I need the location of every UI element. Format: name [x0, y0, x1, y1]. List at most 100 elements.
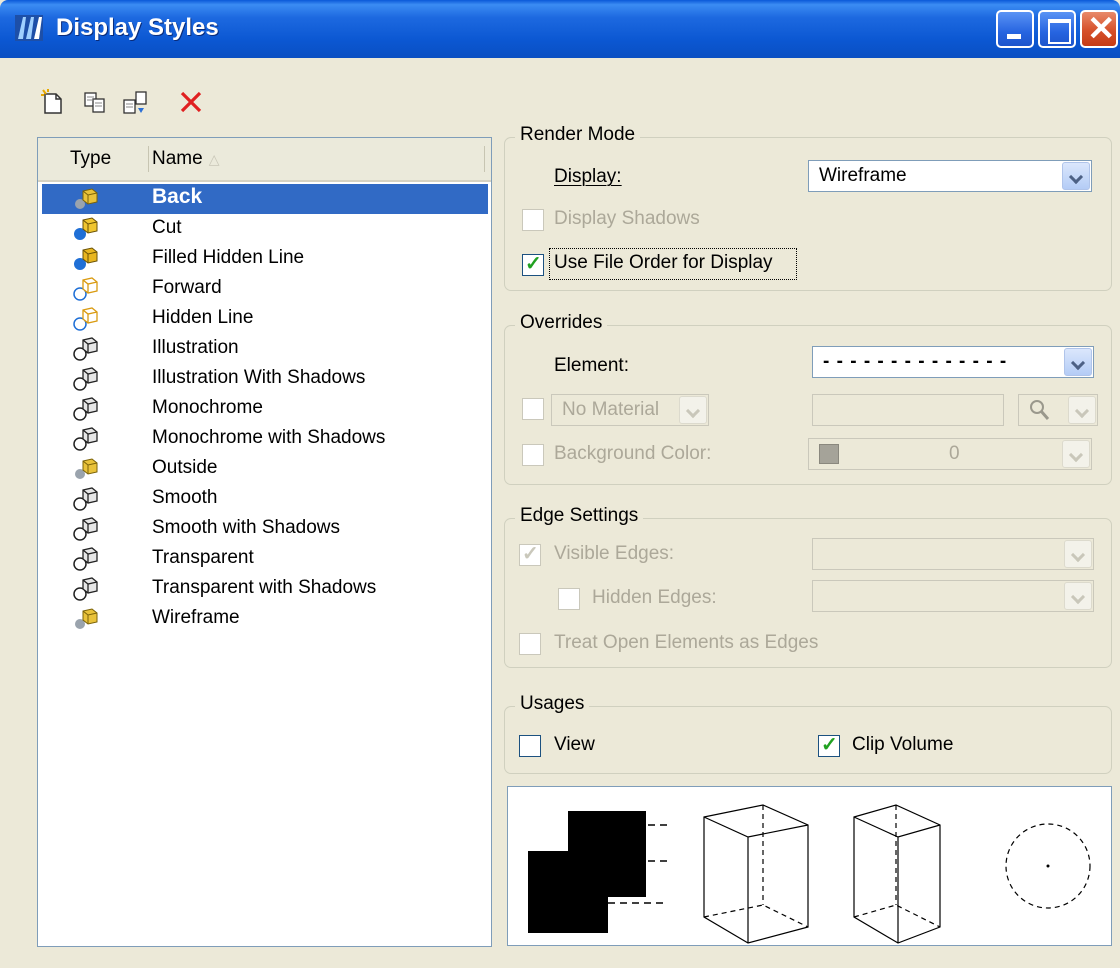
background-color-dropdown[interactable]: 0	[808, 438, 1092, 470]
render-gray-icon	[72, 366, 98, 392]
list-item[interactable]: Monochrome	[42, 394, 488, 424]
edge-settings-title: Edge Settings	[515, 505, 644, 527]
hidden-edges-dropdown[interactable]	[812, 580, 1094, 612]
use-file-order-label: Use File Order for Display	[554, 252, 773, 273]
list-item[interactable]: Cut	[42, 214, 488, 244]
chevron-down-icon[interactable]	[1064, 348, 1092, 376]
render-shaded-icon	[72, 186, 98, 212]
render-outline-icon	[72, 276, 98, 302]
list-item-label: Outside	[152, 457, 218, 478]
list-item[interactable]: Filled Hidden Line	[42, 244, 488, 274]
material-override-checkbox[interactable]	[522, 398, 544, 420]
render-cut-icon	[72, 216, 98, 242]
list-item-label: Hidden Line	[152, 307, 254, 328]
title-bar[interactable]: Display Styles ✕	[0, 0, 1120, 58]
delete-icon[interactable]	[178, 88, 204, 116]
check-icon: ✓	[522, 543, 539, 565]
material-browse-button[interactable]	[1018, 394, 1098, 426]
render-shaded-icon	[72, 456, 98, 482]
search-icon	[1030, 400, 1050, 420]
column-divider-end[interactable]	[484, 146, 485, 172]
view-usage-label: View	[554, 734, 595, 755]
hidden-edges-checkbox[interactable]	[558, 588, 580, 610]
column-header-name[interactable]: Name △	[152, 148, 219, 170]
list-item[interactable]: Wireframe	[42, 604, 488, 634]
element-style-dropdown[interactable]: - - - - - - - - - - - - - -	[812, 346, 1094, 378]
chevron-down-icon[interactable]	[1064, 540, 1092, 568]
list-item-label: Forward	[152, 277, 222, 298]
list-item[interactable]: Back	[42, 184, 488, 214]
chevron-down-icon[interactable]	[1064, 582, 1092, 610]
render-gray-icon	[72, 486, 98, 512]
render-outline-icon	[72, 306, 98, 332]
list-item-label: Back	[152, 185, 203, 208]
element-style-value: - - - - - - - - - - - - - -	[823, 351, 1008, 372]
display-shadows-checkbox[interactable]	[522, 209, 544, 231]
column-header-type[interactable]: Type	[70, 148, 111, 170]
import-style-icon[interactable]	[122, 88, 148, 116]
close-icon: ✕	[1087, 10, 1116, 48]
close-button[interactable]: ✕	[1080, 10, 1118, 48]
render-filled-icon	[72, 246, 98, 272]
clip-volume-checkbox[interactable]: ✓	[818, 734, 840, 757]
display-label: Display:	[554, 166, 622, 188]
list-item[interactable]: Transparent	[42, 544, 488, 574]
view-usage-checkbox[interactable]	[519, 735, 541, 757]
display-styles-list[interactable]: Type Name △ Back Cut Filled Hidden Line Forw…	[37, 137, 492, 947]
render-gray-icon	[72, 426, 98, 452]
usages-title: Usages	[515, 693, 590, 715]
list-item[interactable]: Transparent with Shadows	[42, 574, 488, 604]
minimize-button[interactable]	[996, 10, 1034, 48]
chevron-down-icon[interactable]	[1068, 396, 1096, 424]
use-file-order-checkbox[interactable]: ✓	[522, 253, 544, 276]
chevron-down-icon[interactable]	[679, 396, 707, 424]
check-icon: ✓	[821, 734, 838, 756]
display-label-text: Display:	[554, 166, 622, 187]
visible-edges-label: Visible Edges:	[554, 543, 675, 564]
column-header-name-label: Name	[152, 148, 203, 169]
render-gray-icon	[72, 576, 98, 602]
list-item-label: Smooth	[152, 487, 218, 508]
display-mode-dropdown[interactable]: Wireframe	[808, 160, 1092, 192]
list-item[interactable]: Smooth with Shadows	[42, 514, 488, 544]
visible-edges-dropdown[interactable]	[812, 538, 1094, 570]
list-item-label: Illustration With Shadows	[152, 367, 366, 388]
color-swatch	[819, 444, 839, 464]
treat-open-elements-checkbox[interactable]	[519, 633, 541, 655]
list-item[interactable]: Outside	[42, 454, 488, 484]
list-item[interactable]: Monochrome with Shadows	[42, 424, 488, 454]
render-mode-title: Render Mode	[515, 124, 641, 146]
chevron-down-icon[interactable]	[1062, 162, 1090, 190]
app-icon	[15, 15, 43, 41]
window-title: Display Styles	[56, 14, 219, 41]
list-item[interactable]: Illustration With Shadows	[42, 364, 488, 394]
background-color-checkbox[interactable]	[522, 444, 544, 466]
column-divider[interactable]	[148, 146, 149, 172]
list-item-label: Transparent with Shadows	[152, 577, 377, 598]
sort-ascending-icon: △	[208, 151, 220, 167]
display-shadows-label: Display Shadows	[554, 208, 700, 229]
list-item[interactable]: Smooth	[42, 484, 488, 514]
list-item-label: Transparent	[152, 547, 254, 568]
list-item[interactable]: Forward	[42, 274, 488, 304]
material-name-field[interactable]	[812, 394, 1004, 426]
list-item[interactable]: Hidden Line	[42, 304, 488, 334]
preview-illustration	[528, 804, 1091, 944]
list-item-label: Filled Hidden Line	[152, 247, 305, 268]
new-style-icon[interactable]	[40, 88, 66, 116]
render-gray-icon	[72, 546, 98, 572]
display-styles-window: Display Styles ✕ Type Name △ Back Cut Fille…	[0, 0, 1120, 968]
list-item-label: Illustration	[152, 337, 239, 358]
material-dropdown[interactable]: No Material	[551, 394, 709, 426]
copy-style-icon[interactable]	[82, 88, 108, 116]
list-header: Type Name △	[38, 138, 491, 182]
background-color-label: Background Color:	[554, 443, 712, 464]
maximize-button[interactable]	[1038, 10, 1076, 48]
list-item-label: Smooth with Shadows	[152, 517, 340, 538]
visible-edges-checkbox[interactable]: ✓	[519, 543, 541, 566]
usages-group: Usages	[504, 693, 1112, 774]
chevron-down-icon[interactable]	[1062, 440, 1090, 468]
style-preview	[507, 786, 1112, 946]
list-item[interactable]: Illustration	[42, 334, 488, 364]
overrides-title: Overrides	[515, 312, 608, 334]
